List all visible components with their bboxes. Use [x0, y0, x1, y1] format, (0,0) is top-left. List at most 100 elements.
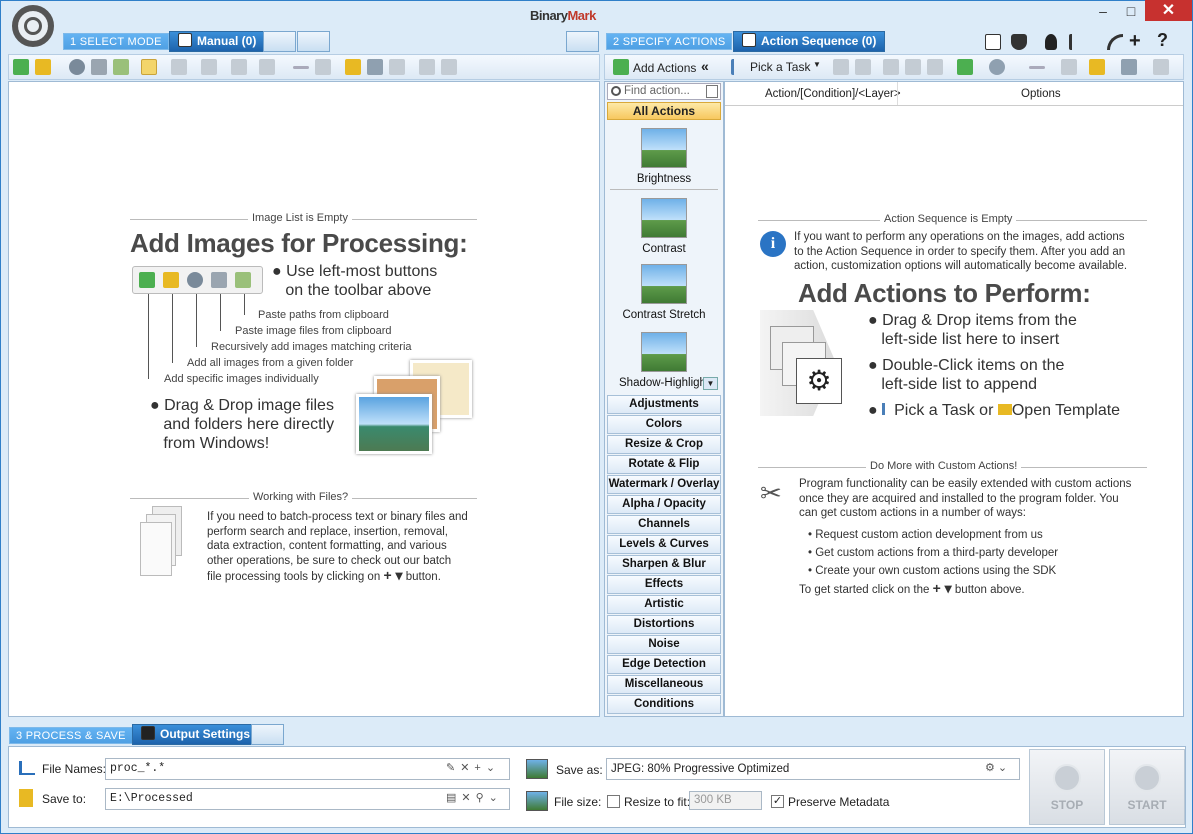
add-actions-button[interactable]: Add Actions [633, 61, 696, 75]
image-list-toolbar [8, 54, 600, 80]
custom-action-icon[interactable] [989, 59, 1005, 75]
action-sequence-toolbar: Add Actions « Pick a Task ▼ [604, 54, 1184, 80]
tab-output-settings[interactable]: Output Settings [132, 724, 259, 745]
column-action[interactable]: Action/[Condition]/<Layer> [765, 88, 901, 100]
console-icon[interactable] [985, 34, 1001, 50]
close-button[interactable]: ✕ [1145, 0, 1192, 21]
paste-paths-icon [235, 272, 251, 288]
tab-scheduler[interactable] [297, 31, 330, 52]
category-noise[interactable]: Noise [607, 635, 721, 654]
move-right-icon[interactable] [905, 59, 921, 75]
select-icon[interactable] [171, 59, 187, 75]
save-to-field-buttons[interactable]: ▤✕⚲⌄ [446, 791, 503, 804]
move-down-icon[interactable] [855, 59, 871, 75]
save-template-icon[interactable] [1153, 59, 1169, 75]
save-list-icon[interactable] [389, 59, 405, 75]
category-levels-curves[interactable]: Levels & Curves [607, 535, 721, 554]
shield-icon[interactable] [1011, 34, 1027, 50]
play-icon [1133, 764, 1161, 792]
right-bullet-3: ● Pick a Task or Open Template [868, 402, 1121, 419]
sort-icon[interactable] [259, 59, 275, 75]
minimize-button[interactable]: – [1088, 0, 1118, 24]
category-distortions[interactable]: Distortions [607, 615, 721, 634]
maximize-button[interactable]: □ [1116, 0, 1146, 24]
add-folder-icon[interactable] [35, 59, 51, 75]
custom-actions-ways: • Request custom action development from… [808, 529, 1059, 577]
callout-line [148, 294, 149, 379]
save-as-label: Save as: [556, 763, 603, 777]
clear-search-icon[interactable] [706, 85, 718, 98]
resize-size-input[interactable]: 300 KB [689, 791, 762, 810]
save-as-select[interactable]: JPEG: 80% Progressive Optimized [606, 758, 1020, 780]
expand-list-icon[interactable]: ▼ [703, 377, 718, 390]
category-channels[interactable]: Channels [607, 515, 721, 534]
category-colors[interactable]: Colors [607, 415, 721, 434]
save-disk-icon [141, 726, 155, 740]
tab-manual[interactable]: Manual (0) [169, 31, 266, 52]
category-artistic[interactable]: Artistic [607, 595, 721, 614]
category-miscellaneous[interactable]: Miscellaneous [607, 675, 721, 694]
category-conditions[interactable]: Conditions [607, 695, 721, 714]
import-icon[interactable] [441, 59, 457, 75]
clear-list-icon[interactable] [315, 59, 331, 75]
category-sharpen-blur[interactable]: Sharpen & Blur [607, 555, 721, 574]
column-options[interactable]: Options [1021, 88, 1061, 100]
tab-folder-monitor[interactable] [263, 31, 296, 52]
add-images-icon[interactable] [13, 59, 29, 75]
paste-files-icon[interactable] [91, 59, 107, 75]
tab-advanced-settings[interactable] [251, 724, 284, 745]
recursive-search-icon[interactable] [69, 59, 85, 75]
working-with-files-caption: Working with Files? [249, 491, 353, 503]
filter-icon[interactable] [231, 59, 247, 75]
settings-gear-icon[interactable] [12, 5, 54, 47]
category-rotate-flip[interactable]: Rotate & Flip [607, 455, 721, 474]
tab-action-sequence[interactable]: Action Sequence (0) [733, 31, 886, 52]
indent-icon[interactable] [927, 59, 943, 75]
remove-icon[interactable] [293, 66, 309, 69]
preserve-metadata-checkbox[interactable]: ✓ [771, 795, 784, 808]
move-left-icon[interactable] [883, 59, 899, 75]
actions-illustration: ⚙ [760, 306, 860, 422]
add-plus-icon[interactable]: + [1129, 30, 1141, 53]
collapse-button[interactable]: « [701, 58, 709, 74]
tip-bulb-icon[interactable] [1045, 34, 1057, 50]
action-brightness[interactable]: Brightness [607, 128, 721, 185]
action-contrast[interactable]: Contrast [607, 198, 721, 255]
pick-task-button[interactable]: Pick a Task [750, 60, 810, 74]
category-effects[interactable]: Effects [607, 575, 721, 594]
save-as-options-icon[interactable]: ⚙ ⌄ [985, 761, 1007, 774]
category-watermark-overlay[interactable]: Watermark / Overlay [607, 475, 721, 494]
export-icon[interactable] [419, 59, 435, 75]
files-stack-icon [140, 506, 182, 576]
category-adjustments[interactable]: Adjustments [607, 395, 721, 414]
category-alpha-opacity[interactable]: Alpha / Opacity [607, 495, 721, 514]
checklist-icon[interactable] [1069, 34, 1085, 50]
template-gear-icon[interactable] [1121, 59, 1137, 75]
view-mode-icon[interactable] [141, 59, 157, 75]
move-up-icon[interactable] [833, 59, 849, 75]
pick-task-dropdown-icon[interactable]: ▼ [813, 60, 821, 69]
find-action-field[interactable]: Find action... [607, 83, 721, 100]
clear-actions-icon[interactable] [1061, 59, 1077, 75]
open-list-icon[interactable] [345, 59, 361, 75]
feed-icon[interactable] [1107, 34, 1123, 50]
file-names-field-buttons[interactable]: ✎✕+⌄ [446, 761, 500, 774]
stop-button[interactable]: STOP [1029, 749, 1105, 825]
rename-icon[interactable] [201, 59, 217, 75]
start-button[interactable]: START [1109, 749, 1185, 825]
action-contrast-stretch[interactable]: Contrast Stretch [607, 264, 721, 321]
paste-paths-icon[interactable] [113, 59, 129, 75]
callout-line [196, 294, 197, 347]
category-all-actions[interactable]: All Actions [607, 102, 721, 120]
category-edge-detection[interactable]: Edge Detection [607, 655, 721, 674]
image-preview-toggle[interactable] [566, 31, 599, 52]
remove-action-icon[interactable] [1029, 66, 1045, 69]
help-icon[interactable]: ? [1157, 30, 1168, 51]
category-resize-crop[interactable]: Resize & Crop [607, 435, 721, 454]
resize-to-fit-checkbox[interactable] [607, 795, 620, 808]
add-action-icon[interactable] [957, 59, 973, 75]
stop-icon [1053, 764, 1081, 792]
gear-list-icon[interactable] [367, 59, 383, 75]
add-images-heading: Add Images for Processing: [130, 228, 468, 258]
open-template-icon[interactable] [1089, 59, 1105, 75]
